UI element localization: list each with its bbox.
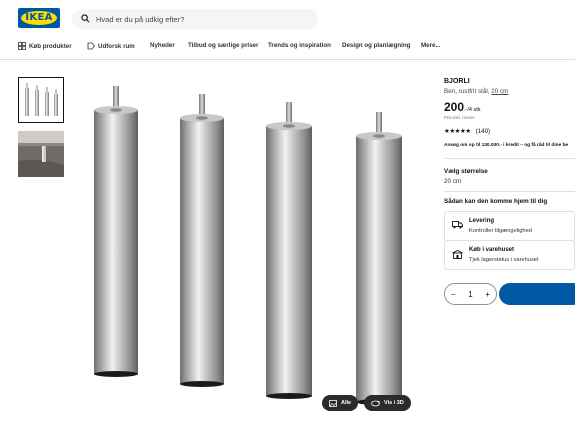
- rating-stars-icon: ★★★★★: [444, 128, 471, 135]
- price-unit: .-/4 stk: [464, 107, 481, 113]
- grid-icon: [18, 42, 26, 50]
- divider: [444, 158, 575, 159]
- search-input[interactable]: [96, 9, 306, 29]
- all-images-button[interactable]: Alle: [322, 395, 359, 411]
- size-label: Vælg størrelse: [444, 168, 488, 175]
- nav-item-label: Design og planlægning: [342, 42, 411, 49]
- nav-item-label: Trends og inspiration: [268, 42, 331, 49]
- 3d-rotate-icon: [371, 400, 380, 406]
- price: 200.-/4 stk: [444, 100, 481, 114]
- thumbnail-in-use[interactable]: [18, 131, 64, 177]
- nav-item-buy-products[interactable]: Køb produkter: [18, 42, 72, 50]
- all-images-label: Alle: [341, 400, 352, 406]
- nav-item-explore-rooms[interactable]: Udforsk rum: [87, 42, 135, 50]
- in-use-thumbnail-image: [18, 131, 64, 177]
- store-title: Køb i varehuset: [469, 247, 515, 253]
- logo-text: IKEA: [25, 12, 53, 23]
- delivery-heading: Sådan kan den komme hjem til dig: [444, 198, 548, 205]
- add-to-cart-button[interactable]: [499, 283, 575, 305]
- store-subtitle: Tjek lagerstatus i varehuset: [469, 257, 539, 263]
- nav-item-label: Nyheder: [150, 42, 175, 49]
- nav-item-more[interactable]: Mere...: [421, 42, 441, 49]
- review-count: (140): [475, 127, 491, 135]
- ikea-logo[interactable]: IKEA: [18, 8, 60, 28]
- nav-item-trends[interactable]: Trends og inspiration: [268, 42, 331, 49]
- product-info-panel: BJORLI Ben, rustfrit stål, 20 cm 200.-/4…: [444, 0, 575, 421]
- truck-icon: [452, 221, 463, 229]
- divider: [444, 191, 575, 192]
- size-link[interactable]: 20 cm: [491, 88, 508, 95]
- nav-item-offers[interactable]: Tilbud og særlige priser: [188, 42, 258, 49]
- nav-item-label: Tilbud og særlige priser: [188, 42, 259, 49]
- nav-item-design[interactable]: Design og planlægning: [342, 42, 410, 49]
- store-icon: [452, 250, 463, 259]
- delivery-title: Levering: [469, 218, 495, 224]
- nav-item-label: Køb produkter: [29, 42, 72, 50]
- size-selector[interactable]: 20 cm: [444, 178, 461, 185]
- delivery-subtitle: Kontroller tilgængelighed: [469, 228, 532, 234]
- rating[interactable]: ★★★★★ (140): [444, 127, 491, 136]
- view-3d-label: Vis i 3D: [384, 400, 404, 406]
- steel-legs-image: [94, 86, 402, 405]
- nav-item-news[interactable]: Nyheder: [150, 42, 175, 49]
- main-product-image[interactable]: Alle Vis i 3D: [74, 72, 434, 417]
- delivery-option[interactable]: Levering Kontroller tilgængelighed: [444, 211, 575, 241]
- thumbnail-product[interactable]: [18, 77, 64, 123]
- store-option[interactable]: Køb i varehuset Tjek lagerstatus i vareh…: [444, 240, 575, 270]
- increase-button[interactable]: +: [485, 290, 490, 299]
- nav-item-label: Mere...: [421, 42, 441, 49]
- credit-offer[interactable]: Ansøg om op til 130.000.- i kredit – og …: [444, 143, 568, 148]
- search-icon: [81, 14, 90, 23]
- images-icon: [329, 399, 337, 407]
- price-value: 200: [444, 100, 465, 114]
- quantity-stepper: − 1 +: [444, 283, 497, 305]
- product-name: BJORLI: [444, 78, 470, 85]
- nav-item-label: Udforsk rum: [98, 42, 135, 50]
- search-bar[interactable]: [72, 9, 318, 29]
- tag-icon: [87, 42, 95, 50]
- product-description: Ben, rustfrit stål, 20 cm: [444, 88, 508, 95]
- view-3d-button[interactable]: Vis i 3D: [364, 395, 411, 411]
- product-thumbnail-image: [25, 83, 58, 116]
- price-note: Pris inkl. moms: [444, 115, 475, 120]
- quantity-value[interactable]: 1: [468, 290, 472, 299]
- decrease-button[interactable]: −: [451, 290, 456, 299]
- product-description-text: Ben, rustfrit stål,: [444, 88, 490, 95]
